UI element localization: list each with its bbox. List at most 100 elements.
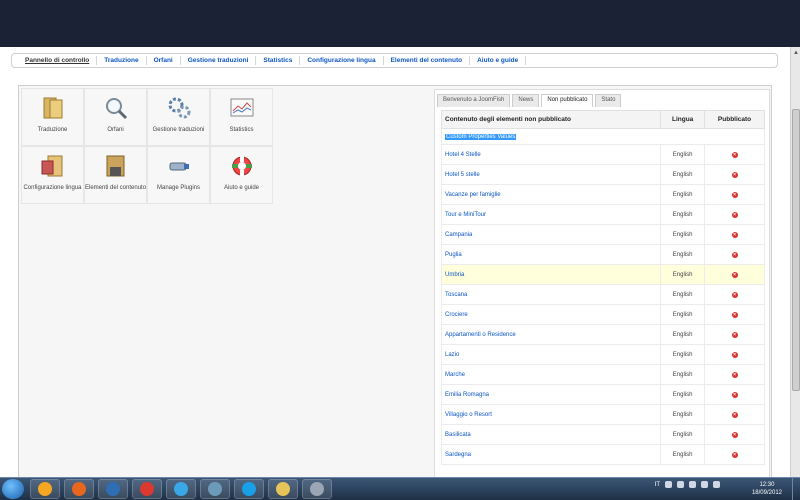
show-desktop-button[interactable] bbox=[792, 478, 800, 500]
table-row: Hotel 4 Stelle English × bbox=[440, 144, 765, 165]
row-published-cell[interactable]: × bbox=[704, 384, 765, 405]
row-published-cell[interactable]: × bbox=[704, 144, 765, 165]
tab-2[interactable]: Non pubblicato bbox=[541, 94, 594, 107]
row-title-link[interactable]: Emilia Romagna bbox=[440, 384, 662, 405]
selected-row-text[interactable]: Custom Properties Values bbox=[445, 133, 517, 140]
row-published-cell[interactable]: × bbox=[704, 224, 765, 245]
start-button[interactable] bbox=[2, 479, 24, 499]
unpublished-x-icon[interactable]: × bbox=[731, 451, 738, 458]
row-published-cell[interactable]: × bbox=[704, 344, 765, 365]
col-header-language: Lingua bbox=[660, 110, 706, 129]
language-config-icon bbox=[40, 153, 66, 179]
taskbar-app-button[interactable] bbox=[166, 479, 196, 499]
row-title-link[interactable]: Hotel 4 Stelle bbox=[440, 144, 662, 165]
unpublished-x-icon[interactable]: × bbox=[731, 191, 738, 198]
row-published-cell[interactable]: × bbox=[704, 404, 765, 425]
unpublished-x-icon[interactable]: × bbox=[731, 391, 738, 398]
cpanel-tile-label: Configurazione lingua bbox=[23, 185, 82, 191]
row-title-link[interactable]: Toscana bbox=[440, 284, 662, 305]
unpublished-x-icon[interactable]: × bbox=[731, 311, 738, 318]
menu-item-4[interactable]: Statistics bbox=[256, 56, 301, 65]
row-published-cell[interactable]: × bbox=[704, 204, 765, 225]
unpublished-x-icon[interactable]: × bbox=[731, 351, 738, 358]
cpanel-tile-5[interactable]: Elementi del contenuto bbox=[84, 146, 147, 204]
unpublished-x-icon[interactable]: × bbox=[731, 331, 738, 338]
row-published-cell[interactable]: × bbox=[704, 364, 765, 385]
unpublished-x-icon[interactable]: × bbox=[731, 151, 738, 158]
row-title-link[interactable]: Campania bbox=[440, 224, 662, 245]
unpublished-x-icon[interactable]: × bbox=[731, 211, 738, 218]
row-published-cell[interactable]: × bbox=[704, 264, 765, 285]
row-published-cell[interactable]: × bbox=[704, 244, 765, 265]
row-title-link[interactable]: Lazio bbox=[440, 344, 662, 365]
scrollbar-thumb[interactable] bbox=[792, 109, 800, 391]
menu-item-6[interactable]: Elementi del contenuto bbox=[384, 56, 471, 65]
menu-item-5[interactable]: Configurazione lingua bbox=[300, 56, 384, 65]
unpublished-x-icon[interactable]: × bbox=[731, 431, 738, 438]
row-title-link[interactable]: Puglia bbox=[440, 244, 662, 265]
menu-item-1[interactable]: Traduzione bbox=[97, 56, 147, 65]
tray-icon-4[interactable] bbox=[701, 481, 708, 488]
cpanel-tile-0[interactable]: Traduzione bbox=[21, 88, 84, 146]
unpublished-x-icon[interactable]: × bbox=[731, 291, 738, 298]
taskbar-app-button[interactable] bbox=[234, 479, 264, 499]
row-title-link[interactable]: Umbria bbox=[440, 264, 662, 285]
row-title-link[interactable]: Hotel 5 stelle bbox=[440, 164, 662, 185]
taskbar-app-button[interactable] bbox=[200, 479, 230, 499]
row-language: English bbox=[660, 264, 706, 285]
row-published-cell[interactable]: × bbox=[704, 164, 765, 185]
taskbar-app-button[interactable] bbox=[302, 479, 332, 499]
unpublished-content-table-wrap: Contenuto degli elementi non pubblicato … bbox=[440, 110, 765, 465]
cpanel-tile-7[interactable]: Aiuto e guide bbox=[210, 146, 273, 204]
cpanel-tile-3[interactable]: Statistics bbox=[210, 88, 273, 146]
menu-item-3[interactable]: Gestione traduzioni bbox=[181, 56, 257, 65]
menu-item-0[interactable]: Pannello di controllo bbox=[18, 56, 98, 65]
unpublished-x-icon[interactable]: × bbox=[731, 271, 738, 278]
input-language-indicator[interactable]: IT bbox=[655, 482, 660, 488]
row-title-link[interactable]: Crociere bbox=[440, 304, 662, 325]
unpublished-x-icon[interactable]: × bbox=[731, 171, 738, 178]
taskbar-app-button[interactable] bbox=[132, 479, 162, 499]
unpublished-x-icon[interactable]: × bbox=[731, 231, 738, 238]
row-published-cell[interactable]: × bbox=[704, 444, 765, 465]
taskbar-app-button[interactable] bbox=[30, 479, 60, 499]
tray-icon-5[interactable] bbox=[713, 481, 720, 488]
tab-0[interactable]: Benvenuto a JoomFish bbox=[437, 94, 511, 107]
row-title-link[interactable]: Appartamenti o Residence bbox=[440, 324, 662, 345]
unpublished-x-icon[interactable]: × bbox=[731, 251, 738, 258]
row-title-link[interactable]: Marche bbox=[440, 364, 662, 385]
taskbar-app-button[interactable] bbox=[98, 479, 128, 499]
control-panel: Traduzione Orfani Gestione traduzioni Stati… bbox=[18, 85, 772, 477]
tab-1[interactable]: News bbox=[512, 94, 540, 107]
cpanel-tile-2[interactable]: Gestione traduzioni bbox=[147, 88, 210, 146]
row-published-cell[interactable]: × bbox=[704, 424, 765, 445]
menu-item-7[interactable]: Aiuto e guide bbox=[470, 56, 527, 65]
taskbar-clock[interactable]: 12:30 18/09/2012 bbox=[752, 481, 782, 497]
unpublished-x-icon[interactable]: × bbox=[731, 411, 738, 418]
cpanel-tile-1[interactable]: Orfani bbox=[84, 88, 147, 146]
row-published-cell[interactable]: × bbox=[704, 184, 765, 205]
row-published-cell[interactable]: × bbox=[704, 284, 765, 305]
selected-row-cell[interactable]: Custom Properties Values bbox=[441, 128, 765, 145]
row-title-link[interactable]: Sardegna bbox=[440, 444, 662, 465]
unpublished-x-icon[interactable]: × bbox=[731, 371, 738, 378]
tray-icon-3[interactable] bbox=[689, 481, 696, 488]
taskbar-app-button[interactable] bbox=[64, 479, 94, 499]
row-title-link[interactable]: Villaggio o Resort bbox=[440, 404, 662, 425]
table-row-selected[interactable]: Custom Properties Values bbox=[441, 128, 765, 145]
tray-icon-1[interactable] bbox=[665, 481, 672, 488]
row-published-cell[interactable]: × bbox=[704, 304, 765, 325]
vertical-scrollbar[interactable]: ▲ bbox=[790, 47, 800, 477]
row-title-link[interactable]: Vacanze per famiglie bbox=[440, 184, 662, 205]
scroll-up-arrow-icon[interactable]: ▲ bbox=[792, 49, 800, 57]
cpanel-tile-6[interactable]: Manage Plugins bbox=[147, 146, 210, 204]
tray-icon-2[interactable] bbox=[677, 481, 684, 488]
taskbar-app-button[interactable] bbox=[268, 479, 298, 499]
tab-3[interactable]: Stato bbox=[595, 94, 622, 107]
row-language: English bbox=[660, 144, 706, 165]
row-published-cell[interactable]: × bbox=[704, 324, 765, 345]
menu-item-2[interactable]: Orfani bbox=[147, 56, 181, 65]
row-title-link[interactable]: Basilicata bbox=[440, 424, 662, 445]
cpanel-tile-4[interactable]: Configurazione lingua bbox=[21, 146, 84, 204]
row-title-link[interactable]: Tour e MiniTour bbox=[440, 204, 662, 225]
